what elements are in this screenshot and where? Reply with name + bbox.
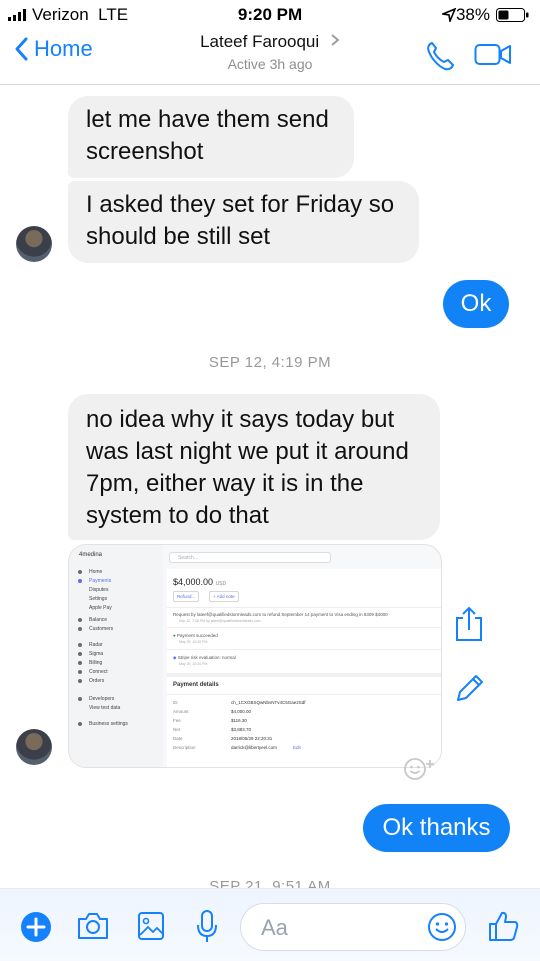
nav-dot-icon <box>78 670 82 674</box>
nav-dot-icon <box>78 652 82 656</box>
photo-gallery-icon[interactable] <box>137 911 165 941</box>
contact-name[interactable]: Lateef Farooqui <box>0 32 540 52</box>
active-status: Active 3h ago <box>227 56 313 72</box>
chevron-right-icon <box>331 34 340 46</box>
event-risk-date: May 29, 10:20 PM <box>179 662 208 666</box>
detail-value: $116.30 <box>231 718 247 723</box>
nav-item: Settings <box>89 596 108 602</box>
nav-item: Developers <box>89 696 115 702</box>
payment-detail-panel: $4,000.00 USD Refund... + Add note Reque… <box>167 569 441 767</box>
detail-value: $3,883.70 <box>231 727 252 732</box>
nav-dot-icon <box>78 697 82 701</box>
divider <box>167 694 441 695</box>
edit-link: Edit <box>293 745 301 750</box>
location-arrow-icon <box>442 8 456 22</box>
dashboard-sidebar <box>69 545 163 767</box>
avatar[interactable] <box>16 226 52 262</box>
edit-pencil-icon[interactable] <box>454 672 486 704</box>
dashboard-brand: 4medina <box>79 552 103 558</box>
nav-item: Payments <box>89 578 112 584</box>
event-payment-text: Payment succeeded <box>176 633 218 638</box>
payment-details-title: Payment details <box>173 682 219 688</box>
detail-key: ID <box>173 700 178 705</box>
camera-icon[interactable] <box>76 911 110 941</box>
divider <box>167 627 441 628</box>
battery-percent: 38% <box>455 5 490 24</box>
nav-item: Disputes <box>89 587 109 593</box>
nav-item: Balance <box>89 617 108 623</box>
detail-key: Description <box>173 745 196 750</box>
payment-amount: $4,000.00 USD <box>173 577 226 587</box>
nav-item: Apple Pay <box>89 605 112 611</box>
nav-item: Customers <box>89 626 114 632</box>
nav-item: Billing <box>89 660 103 666</box>
message-bubble-outgoing[interactable]: Ok <box>443 280 509 328</box>
nav-item: Connect <box>89 669 108 675</box>
screenshot-attachment[interactable]: 4medina Home Payments Disputes Settings … <box>68 544 442 768</box>
event-risk-evaluation: ◆ Stripe risk evaluation: normal <box>173 655 236 660</box>
message-input-placeholder: Aa <box>261 915 288 940</box>
thumbs-up-icon[interactable] <box>486 909 520 943</box>
divider <box>167 649 441 650</box>
nav-item: Orders <box>89 678 105 684</box>
status-bar: Verizon LTE 9:20 PM 38% <box>0 0 540 30</box>
detail-value: darrick@libertyeel.com <box>231 745 277 750</box>
emoji-icon[interactable] <box>427 912 457 942</box>
message-bubble-incoming[interactable]: let me have them send screenshot <box>68 96 354 178</box>
battery-icon <box>496 8 529 22</box>
detail-value: ch_1CXGBSQwNbvNTv4C5Gae2Sdf <box>231 700 306 705</box>
message-bubble-incoming[interactable]: I asked they set for Friday so should be… <box>68 181 419 263</box>
event-refund-date: Sep 12, 7:08 PM by lateef@qualifiedstorm… <box>179 619 261 623</box>
share-icon[interactable] <box>455 606 483 642</box>
nav-item: Home <box>89 569 103 575</box>
nav-item: Radar <box>89 642 103 648</box>
video-call-icon[interactable] <box>474 42 512 68</box>
nav-dot-icon <box>78 618 82 622</box>
dashboard-search: Search... <box>169 552 331 563</box>
nav-dot-icon <box>78 579 82 583</box>
amount-value: $4,000.00 <box>173 577 214 587</box>
detail-key: Fee <box>173 718 181 723</box>
detail-value: 2018/05/29 22:20:31 <box>231 736 273 741</box>
detail-key: Date <box>173 736 183 741</box>
nav-dot-icon <box>78 679 82 683</box>
microphone-icon[interactable] <box>196 909 218 943</box>
nav-dot-icon <box>78 722 82 726</box>
refund-button: Refund... <box>173 591 200 602</box>
detail-key: Amount <box>173 709 189 714</box>
nav-item: View test data <box>89 705 121 711</box>
nav-item: Sigma <box>89 651 104 657</box>
plus-icon[interactable] <box>20 911 52 943</box>
amount-currency: USD <box>215 581 227 587</box>
nav-item: Business settings <box>89 721 128 727</box>
detail-value: $4,000.00 <box>231 709 252 714</box>
message-bubble-incoming[interactable]: no idea why it says today but was last n… <box>68 394 440 540</box>
divider <box>167 607 441 608</box>
nav-dot-icon <box>78 643 82 647</box>
conversation-header: Home Lateef Farooqui Active 3h ago <box>0 30 540 85</box>
avatar[interactable] <box>16 729 52 765</box>
divider <box>167 673 441 677</box>
event-payment-date: May 29, 10:20 PM <box>179 640 208 644</box>
nav-dot-icon <box>78 661 82 665</box>
message-timestamp: SEP 12, 4:19 PM <box>208 354 332 371</box>
nav-dot-icon <box>78 627 82 631</box>
add-reaction-icon[interactable] <box>402 756 438 782</box>
message-bubble-outgoing[interactable]: Ok thanks <box>363 804 510 852</box>
nav-dot-icon <box>78 570 82 574</box>
event-payment-succeeded: ● Payment succeeded <box>173 633 218 638</box>
detail-key: Net <box>173 727 181 732</box>
contact-name-text: Lateef Farooqui <box>200 32 320 51</box>
event-refund-request: Request by lateef@qualifiedstormleads.co… <box>173 612 388 617</box>
message-composer: Aa <box>0 888 540 961</box>
add-note-button: + Add note <box>209 591 239 602</box>
phone-call-icon[interactable] <box>424 40 456 72</box>
event-risk-text: Stripe risk evaluation: normal <box>177 655 236 660</box>
message-input[interactable]: Aa <box>240 903 466 951</box>
